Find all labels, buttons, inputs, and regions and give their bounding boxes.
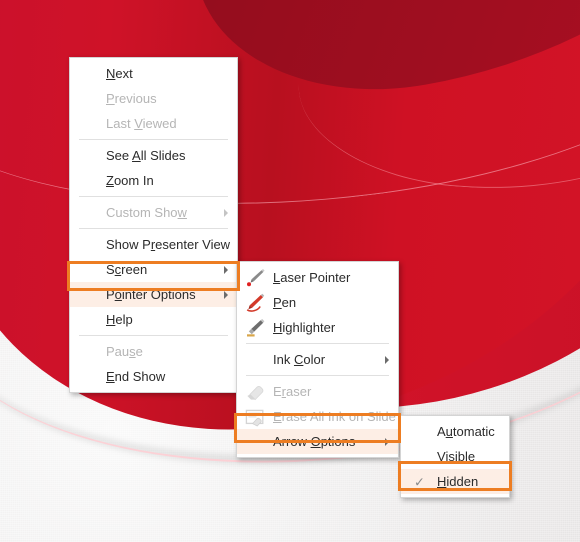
menu-item-show-presenter-view[interactable]: Show Presenter View: [70, 232, 237, 257]
menu-separator: [79, 335, 228, 336]
menu-separator: [79, 196, 228, 197]
eraser-icon: [244, 382, 266, 402]
pointer-item-laser-pointer[interactable]: Laser Pointer: [237, 265, 398, 290]
menu-item-label: Screen: [106, 262, 148, 277]
pointer-item-erase-all-ink-on-slide: Erase All Ink on Slide: [237, 404, 398, 429]
menu-item-label: See All Slides: [106, 148, 186, 163]
erase-all-ink-icon: [244, 407, 266, 427]
menu-item-label: Laser Pointer: [273, 270, 351, 285]
menu-item-label: Help: [106, 312, 133, 327]
menu-item-help[interactable]: Help: [70, 307, 237, 332]
menu-item-pause: Pause: [70, 339, 237, 364]
menu-item-label: Hidden: [437, 474, 479, 489]
menu-item-next[interactable]: Next: [70, 61, 237, 86]
menu-item-label: Visible: [437, 449, 476, 464]
submenu-arrow-icon: [224, 208, 228, 217]
menu-item-label: Pause: [106, 344, 143, 359]
menu-item-screen[interactable]: Screen: [70, 257, 237, 282]
submenu-arrow-icon: [224, 290, 228, 299]
pointer-item-pen[interactable]: Pen: [237, 290, 398, 315]
pointer-options-submenu[interactable]: Laser Pointer Pen Highlighter Ink Color E…: [236, 261, 399, 458]
menu-item-label: Custom Show: [106, 205, 187, 220]
menu-item-label: Zoom In: [106, 173, 154, 188]
submenu-arrow-icon: [224, 265, 228, 274]
menu-item-label: Next: [106, 66, 133, 81]
menu-item-label: Eraser: [273, 384, 312, 399]
menu-item-end-show[interactable]: End Show: [70, 364, 237, 389]
slideshow-context-menu[interactable]: Next Previous Last Viewed See All Slides Zoo…: [69, 57, 238, 393]
submenu-arrow-icon: [385, 437, 389, 446]
arrow-item-hidden[interactable]: ✓ Hidden: [401, 469, 509, 494]
menu-separator: [79, 139, 228, 140]
menu-item-label: Arrow Options: [273, 434, 356, 449]
menu-item-label: Show Presenter View: [106, 237, 231, 252]
menu-item-label: End Show: [106, 369, 166, 384]
arrow-item-visible[interactable]: Visible: [401, 444, 509, 469]
menu-item-label: Pen: [273, 295, 297, 310]
menu-separator: [79, 228, 228, 229]
menu-item-label: Erase All Ink on Slide: [273, 409, 396, 424]
menu-item-last-viewed: Last Viewed: [70, 111, 237, 136]
menu-item-pointer-options[interactable]: Pointer Options: [70, 282, 237, 307]
menu-item-label: Pointer Options: [106, 287, 196, 302]
pointer-item-ink-color[interactable]: Ink Color: [237, 347, 398, 372]
arrow-item-automatic[interactable]: Automatic: [401, 419, 509, 444]
pen-icon: [244, 293, 266, 313]
submenu-arrow-icon: [385, 355, 389, 364]
menu-item-label: Highlighter: [273, 320, 336, 335]
menu-separator: [246, 375, 389, 376]
check-icon: ✓: [414, 474, 425, 489]
pointer-item-arrow-options[interactable]: Arrow Options: [237, 429, 398, 454]
arrow-options-submenu[interactable]: Automatic Visible ✓ Hidden: [400, 415, 510, 498]
menu-separator: [246, 343, 389, 344]
menu-item-previous: Previous: [70, 86, 237, 111]
pointer-item-highlighter[interactable]: Highlighter: [237, 315, 398, 340]
menu-item-zoom-in[interactable]: Zoom In: [70, 168, 237, 193]
laser-pointer-icon: [244, 268, 266, 288]
menu-item-label: Previous: [106, 91, 157, 106]
pointer-item-eraser: Eraser: [237, 379, 398, 404]
menu-item-label: Ink Color: [273, 352, 326, 367]
highlighter-icon: [244, 318, 266, 338]
menu-item-see-all-slides[interactable]: See All Slides: [70, 143, 237, 168]
menu-item-label: Automatic: [437, 424, 495, 439]
menu-item-custom-show: Custom Show: [70, 200, 237, 225]
menu-item-label: Last Viewed: [106, 116, 177, 131]
